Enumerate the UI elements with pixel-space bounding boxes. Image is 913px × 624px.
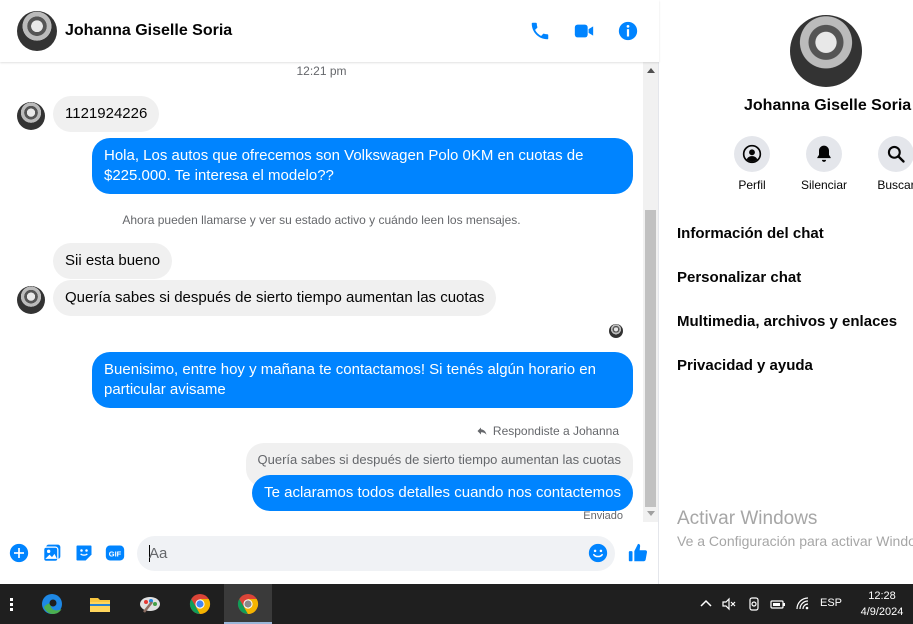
reply-label: Respondiste a Johanna xyxy=(492,424,619,438)
message-status: Enviado xyxy=(583,510,623,522)
profile-name: Johanna Giselle Soria xyxy=(744,97,912,114)
image-icon[interactable] xyxy=(42,543,62,563)
taskbar-chrome[interactable] xyxy=(176,584,224,624)
outgoing-message[interactable]: Hola, Los autos que ofrecemos son Volksw… xyxy=(92,138,633,194)
phone-icon[interactable] xyxy=(529,20,551,42)
gif-label: GIF xyxy=(109,549,122,558)
profile-avatar[interactable] xyxy=(790,15,862,87)
taskbar-edge[interactable] xyxy=(28,584,76,624)
message-scrollbar[interactable] xyxy=(643,62,658,522)
message-composer: GIF xyxy=(0,530,659,578)
message-timestamp: 12:21 pm xyxy=(296,64,347,78)
scroll-down-arrow-icon[interactable] xyxy=(647,511,655,516)
video-icon[interactable] xyxy=(573,20,595,42)
gif-icon[interactable]: GIF xyxy=(105,543,125,563)
search-button[interactable]: Buscar xyxy=(856,136,913,192)
chevron-up-icon[interactable] xyxy=(698,596,714,612)
seen-indicator-avatar xyxy=(609,324,623,338)
task-view-icon xyxy=(10,598,13,611)
folder-icon xyxy=(90,598,110,612)
scroll-up-arrow-icon[interactable] xyxy=(647,68,655,73)
input-language[interactable]: ESP xyxy=(820,597,842,609)
system-clock[interactable]: 12:28 4/9/2024 xyxy=(855,588,909,620)
taskbar-file-explorer[interactable] xyxy=(76,584,124,624)
message-input[interactable] xyxy=(149,536,569,571)
mute-button[interactable]: Silenciar xyxy=(784,136,864,192)
reply-indicator: Respondiste a Johanna xyxy=(476,424,619,438)
menu-customize-chat[interactable]: Personalizar chat xyxy=(677,269,801,286)
menu-media-files-links[interactable]: Multimedia, archivos y enlaces xyxy=(677,313,897,330)
search-icon xyxy=(887,145,905,163)
clock-date: 4/9/2024 xyxy=(860,606,904,618)
messenger-window: Johanna Giselle Soria 12:21 pm 112192422… xyxy=(0,0,913,624)
outgoing-message[interactable]: Te aclaramos todos detalles cuando nos c… xyxy=(252,475,633,511)
incoming-message[interactable]: 1121924226 xyxy=(53,96,160,132)
menu-chat-info[interactable]: Información del chat xyxy=(677,225,824,242)
emoji-icon[interactable] xyxy=(588,543,608,563)
profile-label: Perfil xyxy=(738,178,766,192)
device-icon[interactable] xyxy=(746,596,762,612)
mute-label: Silenciar xyxy=(800,178,848,192)
like-icon[interactable] xyxy=(627,542,649,564)
search-label: Buscar xyxy=(877,178,913,192)
clock-time: 12:28 xyxy=(868,590,896,602)
conversation-info-panel: Johanna Giselle Soria Perfil Silenciar B… xyxy=(660,0,913,584)
chrome-icon xyxy=(237,594,259,615)
taskbar-chrome-active[interactable] xyxy=(224,584,272,624)
bell-icon xyxy=(817,145,831,162)
chat-header: Johanna Giselle Soria xyxy=(0,0,659,62)
contact-avatar-small[interactable] xyxy=(17,102,45,130)
battery-icon[interactable] xyxy=(770,596,786,612)
reply-arrow-icon xyxy=(477,427,487,435)
message-list: 12:21 pm 1121924226 Hola, Los autos que … xyxy=(0,62,643,522)
windows-activation-title: Activar Windows xyxy=(677,508,818,529)
chat-pane: Johanna Giselle Soria 12:21 pm 112192422… xyxy=(0,0,659,584)
profile-button[interactable]: Perfil xyxy=(712,136,792,192)
scroll-thumb[interactable] xyxy=(645,210,656,507)
paint-icon xyxy=(140,597,160,613)
contact-name[interactable]: Johanna Giselle Soria xyxy=(65,22,232,40)
contact-avatar[interactable] xyxy=(17,11,57,51)
taskbar-paint[interactable] xyxy=(126,584,174,624)
info-icon[interactable] xyxy=(617,20,639,42)
sticker-icon[interactable] xyxy=(74,543,94,563)
windows-taskbar: ESP 12:28 4/9/2024 xyxy=(0,584,913,624)
plus-icon[interactable] xyxy=(9,543,29,563)
wifi-icon[interactable] xyxy=(795,596,811,612)
edge-icon xyxy=(42,594,62,614)
message-input-container[interactable] xyxy=(137,536,615,571)
windows-activation-subtitle: Ve a Configuración para activar Windows. xyxy=(677,533,913,549)
chrome-icon xyxy=(189,594,211,615)
profile-icon xyxy=(742,144,762,164)
system-note: Ahora pueden llamarse y ver su estado ac… xyxy=(122,213,521,227)
menu-privacy-help[interactable]: Privacidad y ayuda xyxy=(677,357,813,374)
incoming-message[interactable]: Sii esta bueno xyxy=(53,243,173,279)
volume-muted-icon[interactable] xyxy=(721,596,737,612)
incoming-message[interactable]: Quería sabes si después de sierto tiempo… xyxy=(53,280,497,316)
outgoing-message[interactable]: Buenisimo, entre hoy y mañana te contact… xyxy=(92,352,633,408)
contact-avatar-small[interactable] xyxy=(17,286,45,314)
